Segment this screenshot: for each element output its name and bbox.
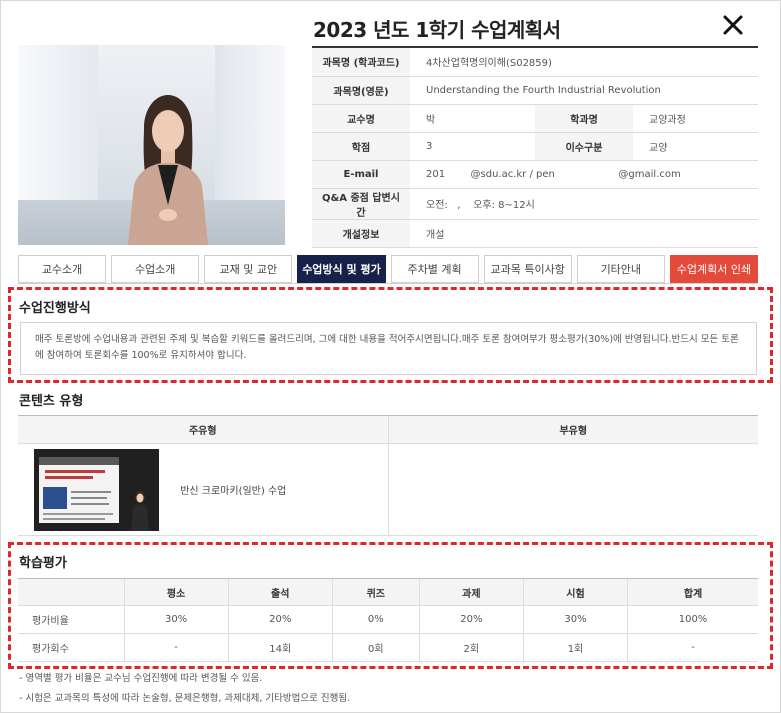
main-type-label: 반신 크로마키(일반) 수업 <box>180 486 287 497</box>
method-description: 매주 토론방에 수업내용과 관련된 주제 및 복습할 키워드를 올려드리며, 그… <box>20 322 757 375</box>
grading-cell: - <box>627 633 758 662</box>
table-header-row: 평소 출석 퀴즈 과제 시험 합계 <box>18 578 758 606</box>
grading-cell: 1회 <box>522 633 628 662</box>
table-row: E-mail 201 @sdu.ac.kr / pen @gmail.com <box>312 160 758 189</box>
grading-header-quiz: 퀴즈 <box>331 578 420 606</box>
table-row: Q&A 중점 답변시간 오전: , 오후: 8~12시 <box>312 188 758 220</box>
grading-cell: 100% <box>627 605 758 634</box>
grading-cell: 20% <box>418 605 524 634</box>
tab-other-info[interactable]: 기타안내 <box>576 255 665 283</box>
page-title: 2023 년도 1학기 수업계획서 <box>313 18 561 42</box>
info-label: Q&A 중점 답변시간 <box>312 188 410 220</box>
tab-professor-intro[interactable]: 교수소개 <box>18 255 107 283</box>
lecture-video[interactable] <box>18 45 285 245</box>
info-label: 과목명 (학과코드) <box>312 48 410 77</box>
course-info-table: 과목명 (학과코드) 4차산업혁명의이해(S02859) 과목명(영문) Und… <box>312 48 758 248</box>
grading-row-label: 평가비율 <box>18 605 124 634</box>
table-row: 개설정보 개설 <box>312 219 758 248</box>
grading-note: - 영역별 평가 비율은 교수님 수업진행에 따라 변경될 수 있음. <box>19 673 263 684</box>
instructor-figure-icon <box>128 95 208 245</box>
professor-value: 박 <box>410 104 535 133</box>
table-row: 평가회수 - 14회 0회 2회 1회 - <box>18 633 758 662</box>
table-row: 학점 3 이수구분 교양 <box>312 132 758 161</box>
sub-type-cell <box>387 443 758 536</box>
content-thumbnail <box>34 448 159 531</box>
table-row: 과목명 (학과코드) 4차산업혁명의이해(S02859) <box>312 48 758 77</box>
email-value: 201 @sdu.ac.kr / pen @gmail.com <box>410 160 758 189</box>
tabs-divider <box>18 283 758 284</box>
grading-cell: 30% <box>522 605 628 634</box>
grading-table: 평소 출석 퀴즈 과제 시험 합계 평가비율 30% 20% 0% 20% 30… <box>18 578 758 662</box>
content-type-table: 주유형 부유형 반신 크로마키(일반) 수업 <box>18 415 758 536</box>
grading-cell: 14회 <box>227 633 333 662</box>
info-label: 학점 <box>312 132 410 161</box>
main-type-cell: 반신 크로마키(일반) 수업 <box>18 443 388 536</box>
table-row: 과목명(영문) Understanding the Fourth Industr… <box>312 76 758 105</box>
info-label: E-mail <box>312 160 410 189</box>
credit-value: 3 <box>410 132 535 161</box>
tab-course-intro[interactable]: 수업소개 <box>111 255 200 283</box>
tab-weekly-plan[interactable]: 주차별 계획 <box>390 255 479 283</box>
department-value: 교양과정 <box>633 104 758 133</box>
grading-header-total: 합계 <box>627 578 758 606</box>
grading-header-assignment: 과제 <box>418 578 524 606</box>
info-label: 학과명 <box>535 104 633 133</box>
course-english-name-value: Understanding the Fourth Industrial Revo… <box>410 76 758 105</box>
info-label: 과목명(영문) <box>312 76 410 105</box>
grading-cell: 2회 <box>418 633 524 662</box>
grading-cell: 0회 <box>331 633 420 662</box>
grading-cell: 20% <box>227 605 333 634</box>
grading-cell: 0% <box>331 605 420 634</box>
grading-header-usual: 평소 <box>123 578 229 606</box>
tab-course-notes[interactable]: 교과목 특이사항 <box>483 255 572 283</box>
info-label: 개설정보 <box>312 219 410 248</box>
table-row: 교수명 박 학과명 교양과정 <box>312 104 758 133</box>
open-info-value: 개설 <box>410 219 758 248</box>
course-name-value: 4차산업혁명의이해(S02859) <box>410 48 758 77</box>
sub-type-header: 부유형 <box>387 415 758 444</box>
exam-note: - 시험은 교과목의 특성에 따라 논술형, 문제은행형, 과제대체, 기타방법… <box>19 693 351 704</box>
grading-cell: - <box>123 633 229 662</box>
grading-section-title: 학습평가 <box>19 556 67 571</box>
content-section-title: 콘텐츠 유형 <box>19 394 84 409</box>
grading-header-blank <box>18 578 124 606</box>
syllabus-tabs: 교수소개 수업소개 교재 및 교안 수업방식 및 평가 주차별 계획 교과목 특… <box>18 255 758 283</box>
table-header-row: 주유형 부유형 <box>18 415 758 444</box>
course-type-value: 교양 <box>633 132 758 161</box>
print-syllabus-button[interactable]: 수업계획서 인쇄 <box>669 255 758 283</box>
grading-cell: 30% <box>123 605 229 634</box>
main-type-header: 주유형 <box>18 415 388 444</box>
close-icon[interactable] <box>720 12 746 38</box>
tab-textbook[interactable]: 교재 및 교안 <box>204 255 293 283</box>
table-row: 반신 크로마키(일반) 수업 <box>18 443 758 536</box>
tab-method-evaluation[interactable]: 수업방식 및 평가 <box>297 255 386 283</box>
qa-hours-value: 오전: , 오후: 8~12시 <box>410 188 758 220</box>
grading-header-exam: 시험 <box>522 578 628 606</box>
info-label: 이수구분 <box>535 132 633 161</box>
method-section-title: 수업진행방식 <box>19 301 91 316</box>
grading-row-label: 평가회수 <box>18 633 124 662</box>
table-row: 평가비율 30% 20% 0% 20% 30% 100% <box>18 605 758 634</box>
grading-header-attendance: 출석 <box>227 578 333 606</box>
info-label: 교수명 <box>312 104 410 133</box>
